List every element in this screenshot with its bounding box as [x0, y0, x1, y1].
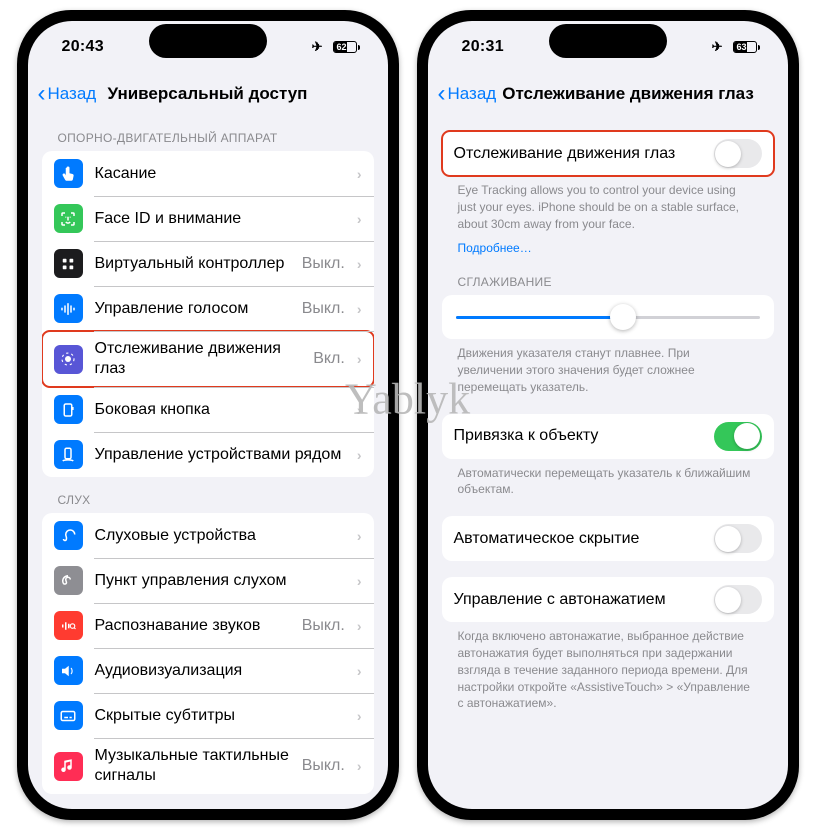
back-label: Назад	[48, 84, 97, 104]
chevron-left-icon: ‹	[438, 82, 446, 106]
battery-icon: 63	[733, 41, 760, 53]
row-label: Управление устройствами рядом	[95, 445, 345, 465]
footer-snap: Автоматически перемещать указатель к бли…	[442, 459, 774, 501]
row-dwell-control[interactable]: Управление с автонажатием	[442, 577, 774, 622]
eye-tracking-icon	[54, 345, 83, 374]
row-value: Выкл.	[302, 757, 345, 775]
audiovisual-icon	[54, 656, 83, 685]
chevron-right-icon: ›	[357, 351, 362, 367]
row-label: Виртуальный контроллер	[95, 254, 290, 274]
chevron-right-icon: ›	[357, 663, 362, 679]
toggle-switch[interactable]	[714, 422, 762, 451]
row-label: Распознавание звуков	[95, 616, 290, 636]
row-label: Привязка к объекту	[454, 426, 702, 446]
chevron-right-icon: ›	[357, 758, 362, 774]
learn-more-link[interactable]: Подробнее…	[442, 234, 774, 259]
row-label: Управление с автонажатием	[454, 590, 702, 610]
row-label: Управление голосом	[95, 299, 290, 319]
faceid-icon	[54, 204, 83, 233]
airplane-icon: ✈︎	[712, 39, 723, 55]
row-hearing-control[interactable]: Пункт управления слухом ›	[42, 558, 374, 603]
chevron-right-icon: ›	[357, 301, 362, 317]
touch-icon	[54, 159, 83, 188]
section-header-hearing: Слух	[42, 477, 374, 513]
hearing-control-icon	[54, 566, 83, 595]
row-label: Слуховые устройства	[95, 526, 345, 546]
chevron-right-icon: ›	[357, 708, 362, 724]
chevron-right-icon: ›	[357, 166, 362, 182]
row-eye-tracking[interactable]: Отслеживание движения глаз Вкл. ›	[42, 331, 374, 387]
row-label: Пункт управления слухом	[95, 571, 345, 591]
subtitles-icon	[54, 701, 83, 730]
nearby-devices-icon	[54, 440, 83, 469]
footer-eye-tracking: Eye Tracking allows you to control your …	[442, 176, 774, 234]
chevron-right-icon: ›	[357, 528, 362, 544]
row-nearby-devices[interactable]: Управление устройствами рядом ›	[42, 432, 374, 477]
row-sound-recognition[interactable]: Распознавание звуков Выкл. ›	[42, 603, 374, 648]
back-label: Назад	[448, 84, 497, 104]
row-subtitles[interactable]: Скрытые субтитры ›	[42, 693, 374, 738]
row-label: Face ID и внимание	[95, 209, 345, 229]
switch-control-icon	[54, 249, 83, 278]
phone-left: 20:43 ✈︎ 62 ‹ Назад Универсальный доступ…	[17, 10, 399, 820]
row-audiovisual[interactable]: Аудиовизуализация ›	[42, 648, 374, 693]
footer-smoothing: Движения указателя станут плавнее. При у…	[442, 339, 774, 397]
row-value: Выкл.	[302, 255, 345, 273]
row-value: Выкл.	[302, 300, 345, 318]
row-virtual-controller[interactable]: Виртуальный контроллер Выкл. ›	[42, 241, 374, 286]
chevron-left-icon: ‹	[38, 82, 46, 106]
row-music-haptics[interactable]: Музыкальные тактильные сигналы Выкл. ›	[42, 738, 374, 794]
row-label: Боковая кнопка	[95, 400, 345, 420]
row-label: Отслеживание движения глаз	[95, 339, 302, 379]
music-haptics-icon	[54, 752, 83, 781]
back-button[interactable]: ‹ Назад	[438, 82, 497, 106]
row-value: Вкл.	[313, 350, 345, 368]
nav-header: ‹ Назад Универсальный доступ	[28, 73, 388, 115]
section-header-smoothing: Сглаживание	[442, 259, 774, 295]
footer-dwell: Когда включено автонажатие, выбранное де…	[442, 622, 774, 714]
dynamic-island	[549, 24, 667, 58]
airplane-icon: ✈︎	[312, 39, 323, 55]
status-time: 20:43	[62, 38, 104, 56]
section-header-speech: Речь	[42, 794, 374, 809]
chevron-right-icon: ›	[357, 402, 362, 418]
row-value: Выкл.	[302, 617, 345, 635]
row-voice-control[interactable]: Управление голосом Выкл. ›	[42, 286, 374, 331]
row-snap-to-item[interactable]: Привязка к объекту	[442, 414, 774, 459]
nav-header: ‹ Назад Отслеживание движения глаз	[428, 73, 788, 115]
chevron-right-icon: ›	[357, 573, 362, 589]
section-header-motor: Опорно-двигательный аппарат	[42, 115, 374, 151]
phone-right: 20:31 ✈︎ 63 ‹ Назад Отслеживание движени…	[417, 10, 799, 820]
chevron-right-icon: ›	[357, 618, 362, 634]
toggle-switch[interactable]	[714, 585, 762, 614]
row-label: Аудиовизуализация	[95, 661, 345, 681]
row-touch[interactable]: Касание ›	[42, 151, 374, 196]
row-eye-tracking-toggle[interactable]: Отслеживание движения глаз	[442, 131, 774, 176]
row-label: Автоматическое скрытие	[454, 529, 702, 549]
row-side-button[interactable]: Боковая кнопка ›	[42, 387, 374, 432]
toggle-switch[interactable]	[714, 524, 762, 553]
row-faceid[interactable]: Face ID и внимание ›	[42, 196, 374, 241]
row-label: Скрытые субтитры	[95, 706, 345, 726]
row-auto-hide[interactable]: Автоматическое скрытие	[442, 516, 774, 561]
chevron-right-icon: ›	[357, 256, 362, 272]
page-title: Отслеживание движения глаз	[502, 84, 754, 104]
chevron-right-icon: ›	[357, 447, 362, 463]
row-label: Музыкальные тактильные сигналы	[95, 746, 290, 786]
sound-recognition-icon	[54, 611, 83, 640]
toggle-switch[interactable]	[714, 139, 762, 168]
row-label: Отслеживание движения глаз	[454, 144, 702, 164]
hearing-devices-icon	[54, 521, 83, 550]
status-time: 20:31	[462, 38, 504, 56]
back-button[interactable]: ‹ Назад	[38, 82, 97, 106]
side-button-icon	[54, 395, 83, 424]
chevron-right-icon: ›	[357, 211, 362, 227]
dynamic-island	[149, 24, 267, 58]
smoothing-slider[interactable]	[442, 295, 774, 339]
voice-control-icon	[54, 294, 83, 323]
battery-icon: 62	[333, 41, 360, 53]
row-label: Касание	[95, 164, 345, 184]
row-hearing-devices[interactable]: Слуховые устройства ›	[42, 513, 374, 558]
